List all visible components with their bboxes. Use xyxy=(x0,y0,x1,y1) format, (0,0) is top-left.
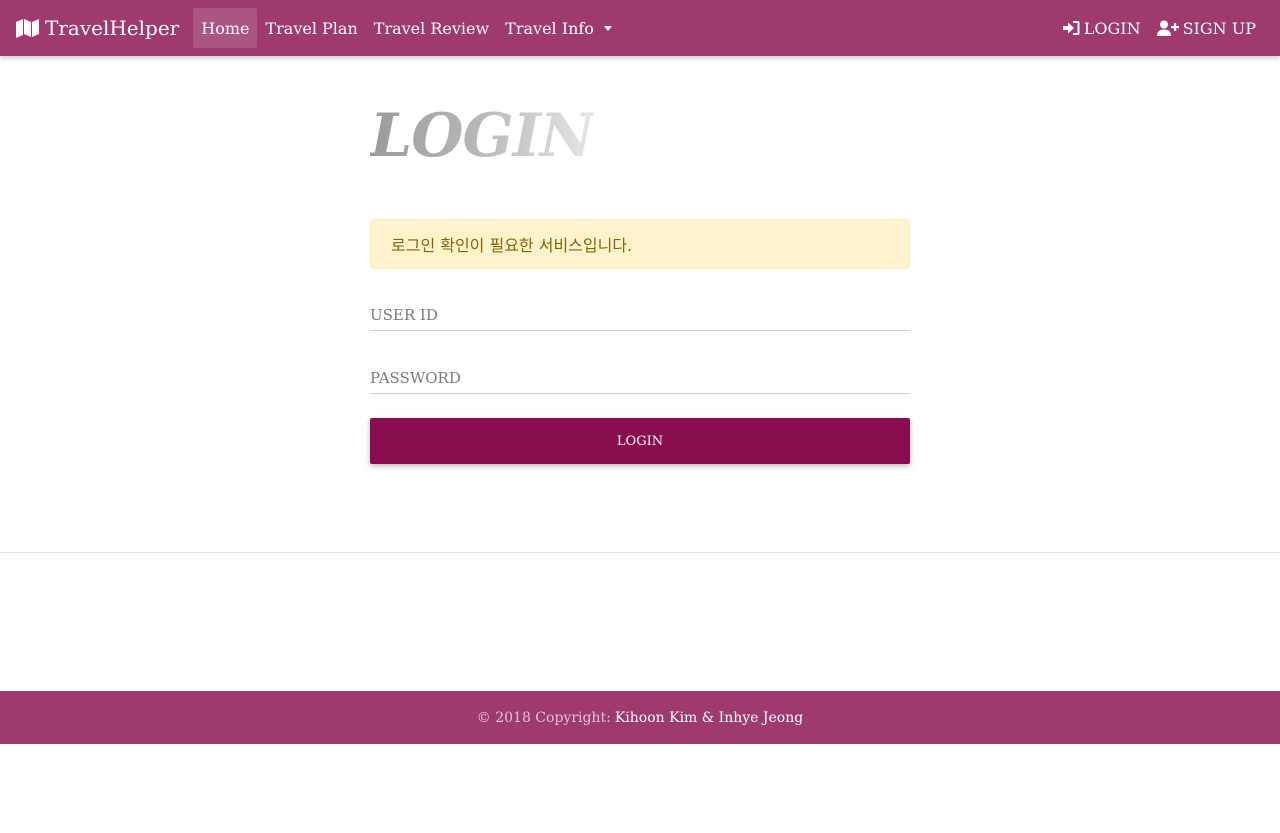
nav-travel-info-label: Travel Info xyxy=(505,18,594,38)
nav-travel-review-label: Travel Review xyxy=(373,18,490,38)
brand-name: TravelHelper xyxy=(45,16,180,40)
password-input[interactable] xyxy=(370,362,910,394)
nav-home-label: Home xyxy=(201,18,250,38)
nav-travel-review[interactable]: Travel Review xyxy=(366,8,497,48)
footer: © 2018 Copyright: Kihoon Kim & Inhye Jeo… xyxy=(0,691,1280,744)
map-icon xyxy=(16,18,39,38)
nav-travel-plan-label: Travel Plan xyxy=(265,18,358,38)
caret-down-icon xyxy=(603,25,612,31)
nav-login-label: LOGIN xyxy=(1083,18,1141,38)
nav-travel-info-dropdown[interactable]: Travel Info xyxy=(497,8,620,48)
auth-nav: LOGIN SIGN UP xyxy=(1054,0,1264,56)
authors-link[interactable]: Kihoon Kim & Inhye Jeong xyxy=(615,710,803,726)
nav-signup-label: SIGN UP xyxy=(1182,18,1256,38)
sign-in-icon xyxy=(1062,20,1080,36)
nav-signup[interactable]: SIGN UP xyxy=(1149,8,1264,48)
content-divider xyxy=(0,552,1280,553)
login-required-alert: 로그인 확인이 필요한 서비스입니다. xyxy=(370,219,910,269)
brand-link[interactable]: TravelHelper xyxy=(16,16,179,40)
user-id-input[interactable] xyxy=(370,299,910,331)
copyright-text: © 2018 Copyright: xyxy=(476,709,611,726)
login-button[interactable]: LOGIN xyxy=(370,418,910,464)
page-title: LOGIN xyxy=(370,101,595,171)
nav-home[interactable]: Home xyxy=(193,8,258,48)
main-nav: Home Travel Plan Travel Review Travel In… xyxy=(193,8,620,48)
nav-travel-plan[interactable]: Travel Plan xyxy=(257,8,365,48)
top-navbar: TravelHelper Home Travel Plan Travel Rev… xyxy=(0,0,1280,56)
nav-login[interactable]: LOGIN xyxy=(1054,8,1149,48)
user-plus-icon xyxy=(1156,20,1179,36)
